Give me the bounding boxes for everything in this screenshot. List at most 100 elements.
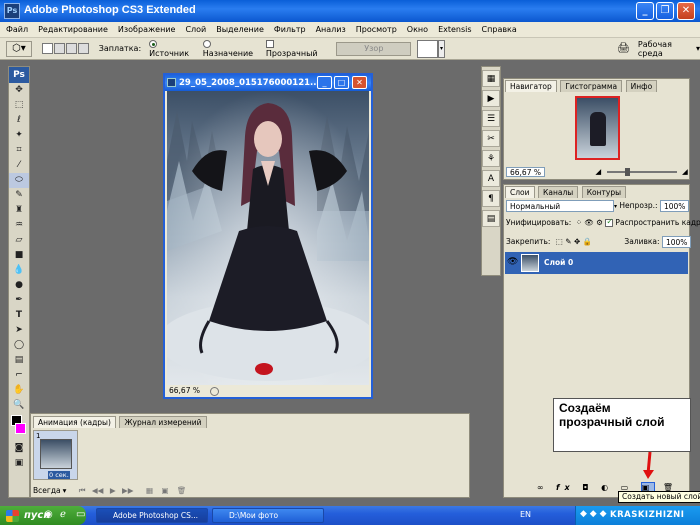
tab-channels[interactable]: Каналы [538, 186, 579, 198]
use-pattern-button[interactable]: Узор [336, 41, 412, 56]
navigator-preview[interactable] [575, 96, 620, 160]
lock-transparency-icon[interactable]: ⬚ [556, 237, 563, 246]
first-frame-button[interactable]: ⏮ [79, 486, 86, 495]
fill-field[interactable]: 100% [661, 236, 692, 248]
status-info-icon[interactable] [210, 386, 220, 396]
previous-frame-button[interactable]: ◀◀ [92, 486, 104, 495]
transparent-checkbox[interactable]: Прозрачный [265, 40, 322, 58]
desktop-quicklaunch-icon[interactable]: ▭ [76, 509, 85, 520]
clone-source-icon[interactable]: ⚘ [482, 150, 500, 167]
tab-layers[interactable]: Слои [505, 186, 535, 198]
tween-button[interactable]: ▦ [146, 486, 153, 495]
menu-help[interactable]: Справка [482, 25, 517, 34]
destination-radio[interactable]: Назначение [202, 40, 258, 58]
menu-view[interactable]: Просмотр [356, 25, 397, 34]
blend-mode-select[interactable]: Нормальный [506, 200, 614, 212]
document-maximize-button[interactable]: □ [334, 76, 349, 89]
zoom-in-icon[interactable]: ◢ [682, 167, 688, 176]
menu-window[interactable]: Окно [407, 25, 428, 34]
palette-well-icon[interactable]: 🖨 [617, 43, 630, 54]
source-radio[interactable]: Источник [149, 40, 195, 58]
zoom-slider[interactable] [606, 168, 677, 176]
tab-info[interactable]: Инфо [625, 80, 658, 92]
brushes-panel-icon[interactable]: ▦ [482, 70, 500, 87]
menu-analysis[interactable]: Анализ [316, 25, 346, 34]
patch-tool-icon[interactable]: ⬭ [9, 173, 29, 188]
tab-paths[interactable]: Контуры [581, 186, 627, 198]
blur-tool-icon[interactable]: 💧 [9, 263, 29, 278]
document-close-button[interactable]: ✕ [352, 76, 367, 89]
canvas-image[interactable] [167, 91, 369, 385]
close-button[interactable]: ✕ [677, 2, 695, 20]
unify-position-icon[interactable]: ⁘ [576, 218, 582, 227]
shape-tool-icon[interactable]: ◯ [9, 338, 29, 353]
notes-tool-icon[interactable]: ▤ [9, 353, 29, 368]
link-layers-icon[interactable]: ∞ [537, 483, 549, 492]
menu-extensis[interactable]: Extensis [438, 25, 471, 34]
move-tool-icon[interactable]: ✥ [9, 83, 29, 98]
lock-all-icon[interactable]: 🔒 [583, 237, 592, 246]
subtract-selection-icon[interactable] [65, 43, 77, 54]
tab-navigator[interactable]: Навигатор [505, 80, 557, 92]
lock-position-icon[interactable]: ✥ [574, 237, 580, 246]
layer-mask-icon[interactable]: ◘ [582, 483, 593, 492]
tab-animation-frames[interactable]: Анимация (кадры) [33, 416, 116, 428]
character-panel-icon[interactable]: A [482, 170, 500, 187]
dodge-tool-icon[interactable]: ● [9, 278, 29, 293]
delete-frame-button[interactable]: 🗑 [177, 486, 187, 495]
eraser-tool-icon[interactable]: ▱ [9, 233, 29, 248]
workspace-menu[interactable]: Рабочая среда [638, 40, 694, 58]
intersect-selection-icon[interactable] [77, 43, 89, 54]
next-frame-button[interactable]: ▶▶ [122, 486, 134, 495]
menu-file[interactable]: Файл [6, 25, 28, 34]
opacity-field[interactable]: 100% [659, 200, 690, 212]
paragraph-panel-icon[interactable]: ¶ [482, 190, 500, 207]
brush-tool-icon[interactable]: ✎ [9, 188, 29, 203]
pen-tool-icon[interactable]: ✒ [9, 293, 29, 308]
new-selection-icon[interactable] [41, 43, 53, 54]
play-button[interactable]: ▶ [110, 486, 116, 495]
add-selection-icon[interactable] [53, 43, 65, 54]
propagate-checkbox[interactable]: Распространить кадр 1 [605, 217, 700, 227]
history-brush-tool-icon[interactable]: ♒ [9, 218, 29, 233]
type-tool-icon[interactable]: T [9, 308, 29, 323]
loop-options-select[interactable]: Всегда [33, 486, 61, 495]
magic-wand-tool-icon[interactable]: ✦ [9, 128, 29, 143]
restore-button[interactable]: ❐ [656, 2, 674, 20]
eyedropper-tool-icon[interactable]: ⌐ [9, 368, 29, 383]
menu-edit[interactable]: Редактирование [38, 25, 108, 34]
pattern-swatch[interactable] [417, 39, 438, 58]
path-selection-tool-icon[interactable]: ➤ [9, 323, 29, 338]
menu-image[interactable]: Изображение [118, 25, 176, 34]
tab-histogram[interactable]: Гистограмма [560, 80, 623, 92]
layer-row-layer-0[interactable]: 👁 Слой 0 [505, 252, 688, 274]
actions-panel-icon[interactable]: ▶ [482, 90, 500, 107]
menu-select[interactable]: Выделение [216, 25, 264, 34]
tab-measurement-log[interactable]: Журнал измерений [119, 416, 207, 428]
lock-pixels-icon[interactable]: ✎ [565, 237, 571, 246]
history-panel-icon[interactable]: ☰ [482, 110, 500, 127]
blend-mode-dropdown-icon[interactable]: ▾ [614, 203, 617, 210]
taskbar-item-my-photos[interactable]: D:\Мои фото [212, 508, 324, 523]
duplicate-frame-button[interactable]: ▣ [161, 486, 168, 495]
patch-tool-preset-icon[interactable]: ⬡▾ [6, 40, 32, 57]
zoom-out-icon[interactable]: ◢ [595, 167, 601, 176]
crop-tool-icon[interactable]: ⌗ [9, 143, 29, 158]
unify-visibility-icon[interactable]: 👁 [584, 218, 594, 227]
taskbar-item-photoshop[interactable]: Adobe Photoshop CS... [96, 508, 208, 523]
tray-icons[interactable]: ◆ ◆ ◆ [580, 509, 607, 519]
hand-tool-icon[interactable]: ✋ [9, 383, 29, 398]
quick-mask-icon[interactable]: ◙ [9, 441, 29, 456]
tool-presets-icon[interactable]: ✂ [482, 130, 500, 147]
language-indicator[interactable]: EN [520, 510, 531, 519]
animation-frame-1[interactable]: 1 0 сек. [33, 430, 78, 480]
layer-style-icon[interactable]: fx [556, 483, 575, 492]
layer-comps-icon[interactable]: ▤ [482, 210, 500, 227]
document-minimize-button[interactable]: _ [317, 76, 332, 89]
screen-mode-icon[interactable]: ▣ [9, 456, 29, 471]
frame-delay[interactable]: 0 сек. [48, 471, 70, 479]
slice-tool-icon[interactable]: ⁄ [9, 158, 29, 173]
layer-name[interactable]: Слой 0 [544, 258, 573, 267]
pattern-dropdown-icon[interactable]: ▾ [437, 39, 446, 58]
adjustment-layer-icon[interactable]: ◐ [601, 483, 613, 492]
